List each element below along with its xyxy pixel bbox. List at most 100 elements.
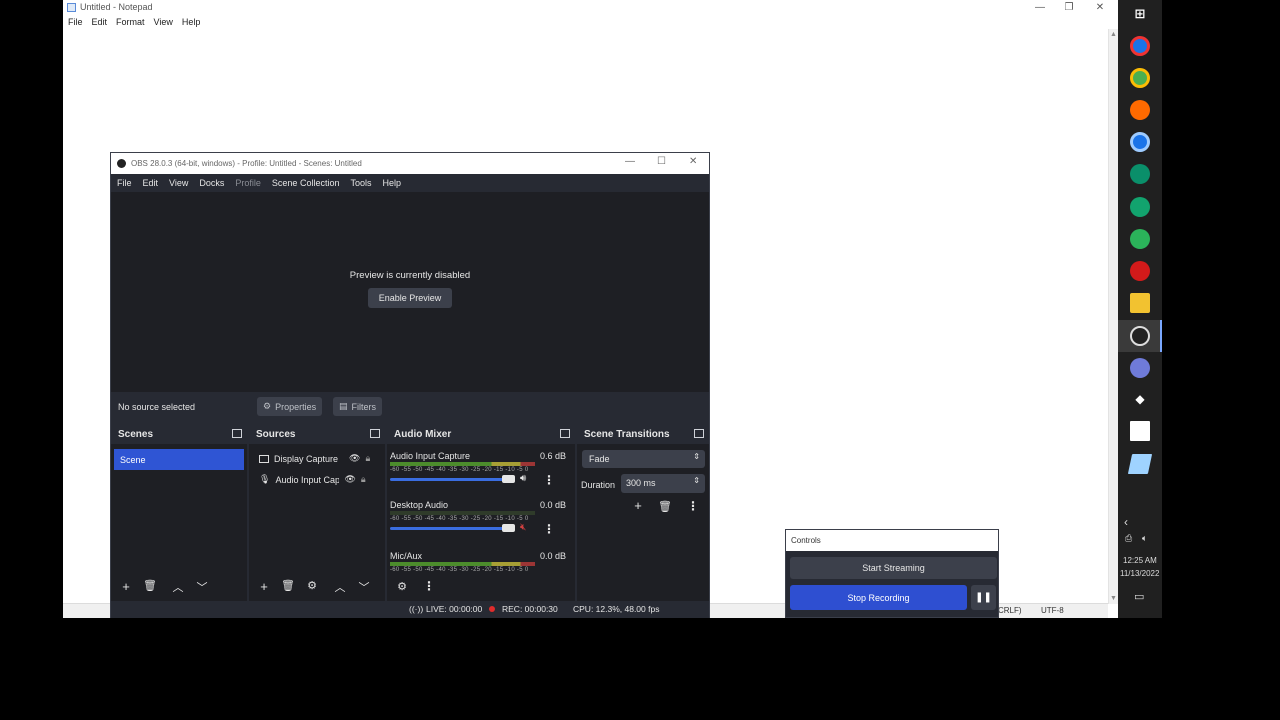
minimize-icon[interactable]: — <box>625 156 635 167</box>
more-icon[interactable]: ⋮ <box>543 473 555 487</box>
chrome-icon[interactable] <box>1130 68 1150 88</box>
menu-profile[interactable]: Profile <box>235 178 261 188</box>
scene-transitions-header: Scene Transitions <box>577 424 709 444</box>
menu-edit[interactable]: Edit <box>92 17 108 27</box>
scene-transitions-title: Scene Transitions <box>584 429 670 440</box>
add-icon[interactable]: + <box>118 579 134 594</box>
windows-start-icon[interactable]: ⊞ <box>1130 4 1150 24</box>
channel-db: 0.0 dB <box>539 551 566 561</box>
eye-icon[interactable]: 👁︎ <box>349 453 360 464</box>
updown-icon[interactable]: ⇕ <box>693 476 700 485</box>
undock-icon[interactable] <box>560 429 570 438</box>
menu-view[interactable]: View <box>169 178 188 188</box>
app-icon[interactable] <box>1130 358 1150 378</box>
eye-icon[interactable]: 👁︎ <box>344 474 355 485</box>
audio-mixer-dock: Audio Mixer Audio Input Capture 0.6 dB -… <box>387 424 575 601</box>
menu-file[interactable]: File <box>117 178 132 188</box>
undock-icon[interactable] <box>370 429 380 438</box>
trash-icon[interactable]: 🗑︎ <box>657 500 673 513</box>
undock-icon[interactable] <box>232 429 242 438</box>
notepad-scrollbar[interactable]: ▲ ▼ <box>1108 29 1118 604</box>
close-icon[interactable]: ✕ <box>689 156 697 167</box>
properties-button[interactable]: ⚙ Properties <box>257 397 323 416</box>
duration-spinbox[interactable]: 300 ms ⇕ <box>621 474 705 493</box>
advanced-audio-icon[interactable]: ⚙ <box>394 580 410 593</box>
menu-help[interactable]: Help <box>182 17 201 27</box>
lock-icon[interactable]: 🔒︎ <box>361 474 366 485</box>
chevron-down-icon[interactable]: ﹀ <box>356 579 372 595</box>
stop-recording-button[interactable]: Stop Recording <box>790 585 967 610</box>
chevron-up-icon[interactable]: ︿ <box>332 579 348 595</box>
speaker-icon[interactable]: 🔈︎ <box>1142 533 1147 544</box>
trash-icon[interactable]: 🗑︎ <box>280 579 296 592</box>
obs-taskbar-active[interactable] <box>1118 320 1162 352</box>
preview-disabled-text: Preview is currently disabled <box>349 270 471 281</box>
chrome-dev-icon[interactable] <box>1130 36 1150 56</box>
obs-icon[interactable] <box>1130 326 1150 346</box>
pause-recording-button[interactable]: ❚❚ <box>971 585 996 610</box>
chevron-left-icon[interactable]: ‹ <box>1124 515 1128 529</box>
chevron-up-icon[interactable]: ︿ <box>170 579 186 595</box>
scroll-up-icon[interactable]: ▲ <box>1110 31 1117 38</box>
start-streaming-button[interactable]: Start Streaming <box>790 557 997 579</box>
obs-title: OBS 28.0.3 (64-bit, windows) - Profile: … <box>131 159 362 168</box>
menu-help[interactable]: Help <box>382 178 401 188</box>
menu-scene-collection[interactable]: Scene Collection <box>272 178 340 188</box>
scene-item[interactable]: Scene <box>114 449 244 470</box>
mixer-channel-mic-aux: Mic/Aux 0.0 dB -60 -55 -50 -45 -40 -35 -… <box>390 551 566 573</box>
minimize-icon[interactable]: — <box>1033 2 1047 13</box>
undock-icon[interactable] <box>694 429 704 438</box>
duration-label: Duration <box>581 480 616 490</box>
obs-window: OBS 28.0.3 (64-bit, windows) - Profile: … <box>110 152 710 618</box>
add-icon[interactable]: + <box>256 579 272 594</box>
notification-icon[interactable]: ▭ <box>1134 590 1144 603</box>
chevron-down-icon[interactable]: ﹀ <box>194 579 210 595</box>
obs-menubar: File Edit View Docks Profile Scene Colle… <box>111 174 709 192</box>
document-icon[interactable] <box>1130 421 1150 441</box>
speaker-muted-icon[interactable]: 🔇︎ <box>520 522 526 533</box>
source-item-display-capture[interactable]: Display Capture 👁︎ 🔒︎ <box>259 453 370 464</box>
volume-slider[interactable] <box>390 478 508 481</box>
left-black-strip <box>0 0 63 618</box>
more-icon[interactable]: ⋮ <box>543 522 555 536</box>
edge-beta-icon[interactable] <box>1130 197 1150 217</box>
enable-preview-button[interactable]: Enable Preview <box>368 288 452 308</box>
volume-slider[interactable] <box>390 527 508 530</box>
edge-icon[interactable] <box>1130 164 1150 184</box>
volume-slider-handle[interactable] <box>502 524 515 532</box>
edge-dev-icon[interactable] <box>1130 229 1150 249</box>
opera-icon[interactable] <box>1130 261 1150 281</box>
menu-file[interactable]: File <box>68 17 83 27</box>
menu-tools[interactable]: Tools <box>350 178 371 188</box>
notepad-taskbar-icon[interactable] <box>1127 454 1153 474</box>
firefox-icon[interactable] <box>1130 100 1150 120</box>
menu-view[interactable]: View <box>154 17 173 27</box>
line-ending: CRLF) <box>998 606 1022 615</box>
scroll-down-icon[interactable]: ▼ <box>1110 595 1117 602</box>
add-icon[interactable]: + <box>630 498 646 513</box>
level-meter <box>390 562 535 566</box>
lock-icon[interactable]: 🔒︎ <box>365 453 370 464</box>
network-icon[interactable]: ⎙ <box>1125 533 1132 544</box>
source-item-audio-input[interactable]: 🎙︎ Audio Input Cap 👁︎ 🔒︎ <box>259 474 366 485</box>
bottom-black-area <box>0 618 1280 720</box>
filters-button[interactable]: ▤ Filters <box>333 397 383 416</box>
chromium-icon[interactable] <box>1130 132 1150 152</box>
trash-icon[interactable]: 🗑︎ <box>142 579 158 592</box>
clock-date[interactable]: 11/13/2022 <box>1120 569 1159 578</box>
menu-docks[interactable]: Docks <box>199 178 224 188</box>
speaker-icon[interactable]: 🔊︎ <box>520 473 526 484</box>
more-icon[interactable]: ⋮ <box>421 579 437 593</box>
file-explorer-icon[interactable] <box>1130 293 1150 313</box>
close-icon[interactable]: ✕ <box>1093 2 1107 13</box>
menu-edit[interactable]: Edit <box>143 178 159 188</box>
maximize-icon[interactable]: ☐ <box>657 156 666 167</box>
menu-format[interactable]: Format <box>116 17 145 27</box>
transition-select[interactable]: Fade ⇕ <box>582 450 705 468</box>
clock-time[interactable]: 12:25 AM <box>1123 556 1157 565</box>
restore-icon[interactable]: ❐ <box>1062 2 1076 13</box>
volume-slider-handle[interactable] <box>502 475 515 483</box>
inkscape-icon[interactable]: ◆ <box>1130 389 1150 409</box>
gear-icon[interactable]: ⚙ <box>304 579 320 592</box>
more-icon[interactable]: ⋮ <box>685 499 701 513</box>
